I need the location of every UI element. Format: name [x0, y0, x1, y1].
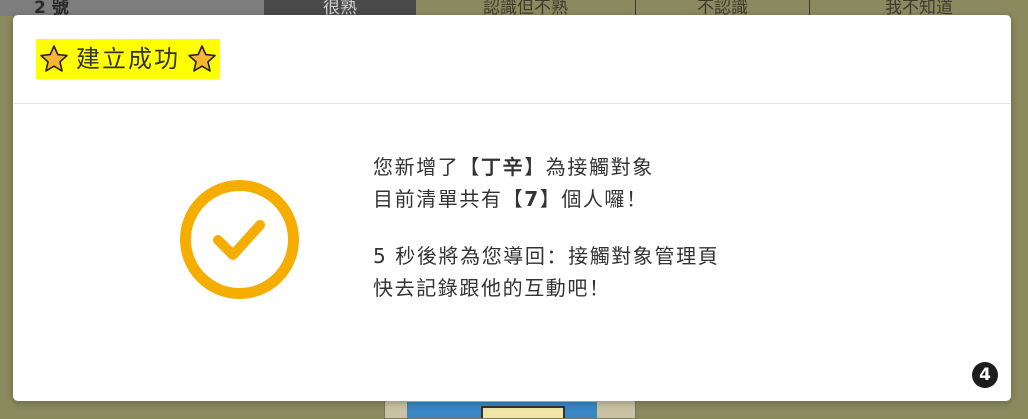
modal-title: 建立成功 [36, 39, 220, 79]
option-not-sure: 我不知道 [810, 0, 1028, 16]
option-do-not-know: 不認識 [636, 0, 810, 16]
redirect-seconds: 5 [373, 244, 388, 268]
modal-title-text: 建立成功 [76, 45, 180, 73]
star-icon [40, 45, 68, 72]
modal-header: 建立成功 [13, 15, 1011, 104]
background-illustration [384, 399, 636, 419]
added-contact-line: 您新增了【丁辛】為接觸對象 [373, 155, 654, 179]
countdown-badge: 4 [972, 362, 998, 388]
contact-count: 7 [524, 187, 540, 211]
row-number: 2 號 [0, 0, 264, 16]
contact-count-line: 目前清單共有【7】個人囉！ [373, 187, 648, 211]
check-circle-icon [180, 180, 299, 299]
background-table-row: 2 號 很熟 認識但不熟 不認識 我不知道 [0, 0, 1028, 16]
success-message: 您新增了【丁辛】為接觸對象 目前清單共有【7】個人囉！ 5 秒後將為您導回：接觸… [373, 151, 933, 304]
closing-line: 快去記錄跟他的互動吧！ [373, 276, 611, 300]
option-very-familiar: 很熟 [264, 0, 416, 16]
success-modal: 建立成功 您新增了【丁辛】為接觸對象 目前清單共有【7】個人囉！ 5 秒後將為您… [13, 15, 1011, 401]
option-know-not-familiar: 認識但不熟 [416, 0, 636, 16]
redirect-line: 5 秒後將為您導回：接觸對象管理頁 [373, 244, 720, 268]
star-icon [188, 45, 216, 72]
contact-name: 丁辛 [481, 155, 525, 179]
